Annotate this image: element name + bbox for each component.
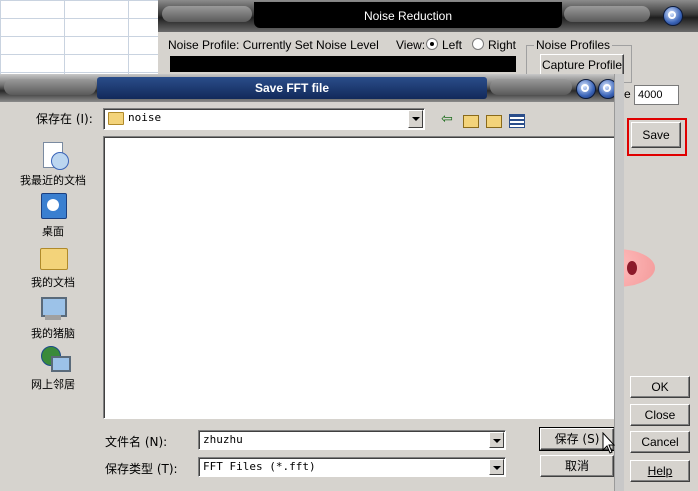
radio-selected-icon: [426, 38, 438, 50]
filename-label: 文件名 (N):: [105, 435, 168, 449]
radio-unselected-icon: [472, 38, 484, 50]
nostril-right: [627, 261, 637, 275]
place-label: 网上邻居: [31, 378, 75, 391]
file-list[interactable]: [103, 136, 615, 419]
folder-icon: [108, 112, 124, 125]
view-right-label: Right: [488, 38, 517, 52]
fft-size-input[interactable]: 4000: [634, 85, 679, 105]
titlebar-decoration: [162, 6, 252, 22]
desktop-icon: [37, 191, 69, 221]
titlebar-decoration: [564, 6, 650, 22]
place-label: 我的文档: [31, 276, 75, 289]
chevron-down-icon[interactable]: [408, 110, 423, 128]
my-documents-icon: [37, 242, 69, 272]
filetype-dropdown[interactable]: FFT Files (*.fft): [198, 457, 506, 477]
spreadsheet-background: [0, 0, 158, 75]
save-in-label: 保存在 (I):: [36, 112, 93, 126]
place-recent-documents[interactable]: 我最近的文档: [8, 140, 98, 188]
ok-button[interactable]: OK: [630, 376, 690, 398]
help-round-button[interactable]: [576, 79, 596, 99]
close-button[interactable]: Close: [630, 404, 690, 426]
filename-value: zhuzhu: [203, 433, 243, 446]
place-my-computer[interactable]: 我的猪脑: [8, 293, 98, 341]
place-label: 我最近的文档: [20, 174, 86, 187]
capture-profile-button[interactable]: Capture Profile: [540, 54, 624, 76]
dialog-title: Save FFT file: [97, 77, 487, 99]
noise-profile-label: Noise Profile: Currently Set Noise Level: [168, 38, 379, 52]
titlebar-decoration: [4, 79, 96, 95]
place-label: 桌面: [42, 225, 64, 238]
window-control-button[interactable]: [663, 6, 683, 26]
view-menu-icon[interactable]: [509, 112, 525, 128]
noise-reduction-titlebar: Noise Reduction: [158, 0, 698, 32]
help-button[interactable]: Help: [630, 460, 690, 482]
network-places-icon: [37, 344, 71, 374]
new-folder-icon[interactable]: [486, 112, 502, 128]
view-label: View:: [396, 38, 426, 52]
up-folder-icon[interactable]: [463, 112, 479, 128]
recent-documents-icon: [37, 140, 69, 170]
filetype-value: FFT Files (*.fft): [203, 460, 316, 473]
titlebar-decoration: [490, 79, 572, 95]
place-network[interactable]: 网上邻居: [8, 344, 98, 392]
save-in-dropdown[interactable]: noise: [103, 108, 425, 130]
view-left-label: Left: [442, 38, 463, 52]
filename-input[interactable]: zhuzhu: [198, 430, 506, 450]
save-profile-button[interactable]: Save: [631, 122, 681, 148]
place-desktop[interactable]: 桌面: [8, 191, 98, 239]
chevron-down-icon[interactable]: [489, 432, 504, 448]
view-right-radio[interactable]: Right: [472, 38, 516, 52]
noise-profile-graph: [170, 56, 516, 72]
save-in-value: noise: [128, 111, 162, 124]
dialog-titlebar: Save FFT file: [0, 74, 623, 102]
noise-profiles-group-label: Noise Profiles: [534, 38, 613, 52]
filetype-label: 保存类型 (T):: [105, 462, 178, 476]
chevron-down-icon[interactable]: [489, 459, 504, 475]
view-left-radio[interactable]: Left: [426, 38, 462, 52]
mouse-cursor-icon: [602, 432, 616, 454]
place-label: 我的猪脑: [31, 327, 75, 340]
dialog-cancel-button[interactable]: 取消: [540, 455, 614, 477]
fft-size-label: e: [624, 87, 631, 101]
back-icon[interactable]: ⇦: [441, 112, 457, 128]
cancel-button[interactable]: Cancel: [630, 431, 690, 453]
noise-reduction-title: Noise Reduction: [254, 2, 562, 28]
my-computer-icon: [37, 293, 69, 323]
dialog-edge-strip: [614, 74, 624, 491]
place-my-documents[interactable]: 我的文档: [8, 242, 98, 290]
save-fft-dialog: Save FFT file 保存在 (I): noise ⇦ 我最近的文档 桌面: [0, 74, 624, 491]
